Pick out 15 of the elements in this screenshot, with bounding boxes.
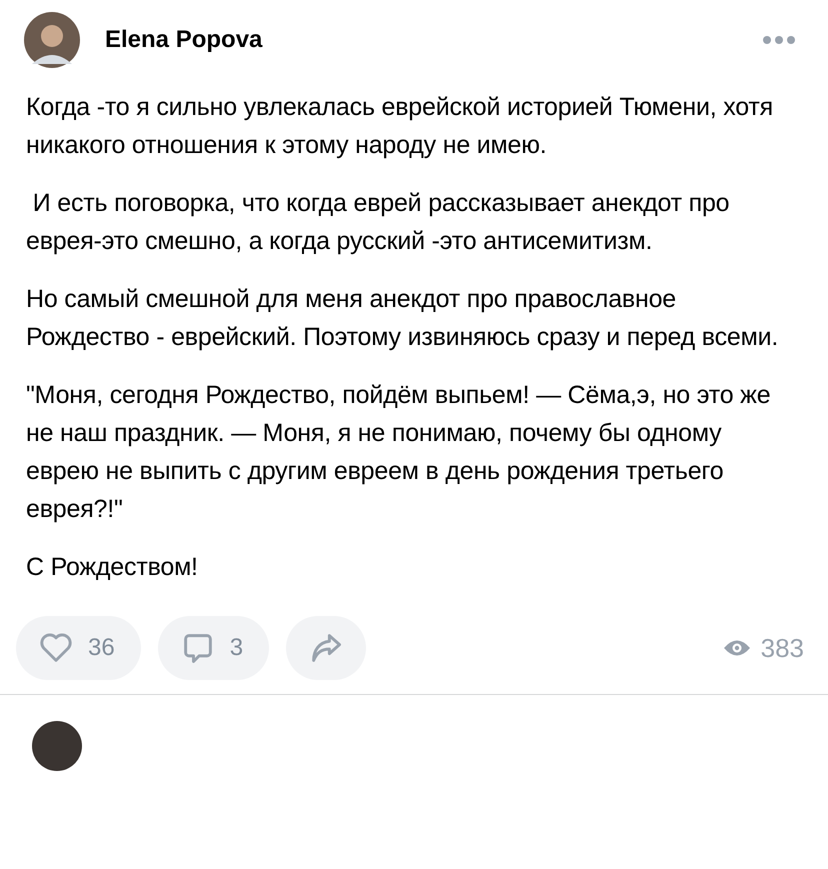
more-icon[interactable] (762, 35, 796, 45)
view-count: 383 (760, 632, 804, 664)
avatar[interactable] (32, 721, 82, 771)
comment-button[interactable]: 3 (158, 616, 270, 680)
like-button[interactable]: 36 (16, 616, 141, 680)
comment-count: 3 (230, 634, 244, 662)
like-count: 36 (88, 634, 115, 662)
post-paragraph: Но самый смешной для меня анекдот про православное Рождество - еврейский. Поэтому извиняюсь сразу и перед всеми. (26, 284, 780, 353)
post-paragraph: С Рождеством! (26, 552, 199, 583)
post-paragraph: Когда -то я сильно увлекалась еврейской историей Тюмени, хотя никакого отношения к этому народу не имею. (26, 92, 774, 161)
author-name[interactable]: Elena Popova (105, 26, 762, 54)
post-paragraph: И есть поговорка, что когда еврей рассказывает анекдот про еврея-это смешно, а когда русский -это антисемитизм. (26, 188, 730, 257)
eye-icon (722, 639, 751, 657)
avatar[interactable] (24, 12, 80, 68)
post-paragraph: "Моня, сегодня Рождество, пойдём выпьем! — Сёма,э, но это же не наш праздник. — Моня, я не понимаю, почему бы одному еврею не выпить с другим евреем в день рождения третьего еврея?!" (26, 380, 772, 525)
